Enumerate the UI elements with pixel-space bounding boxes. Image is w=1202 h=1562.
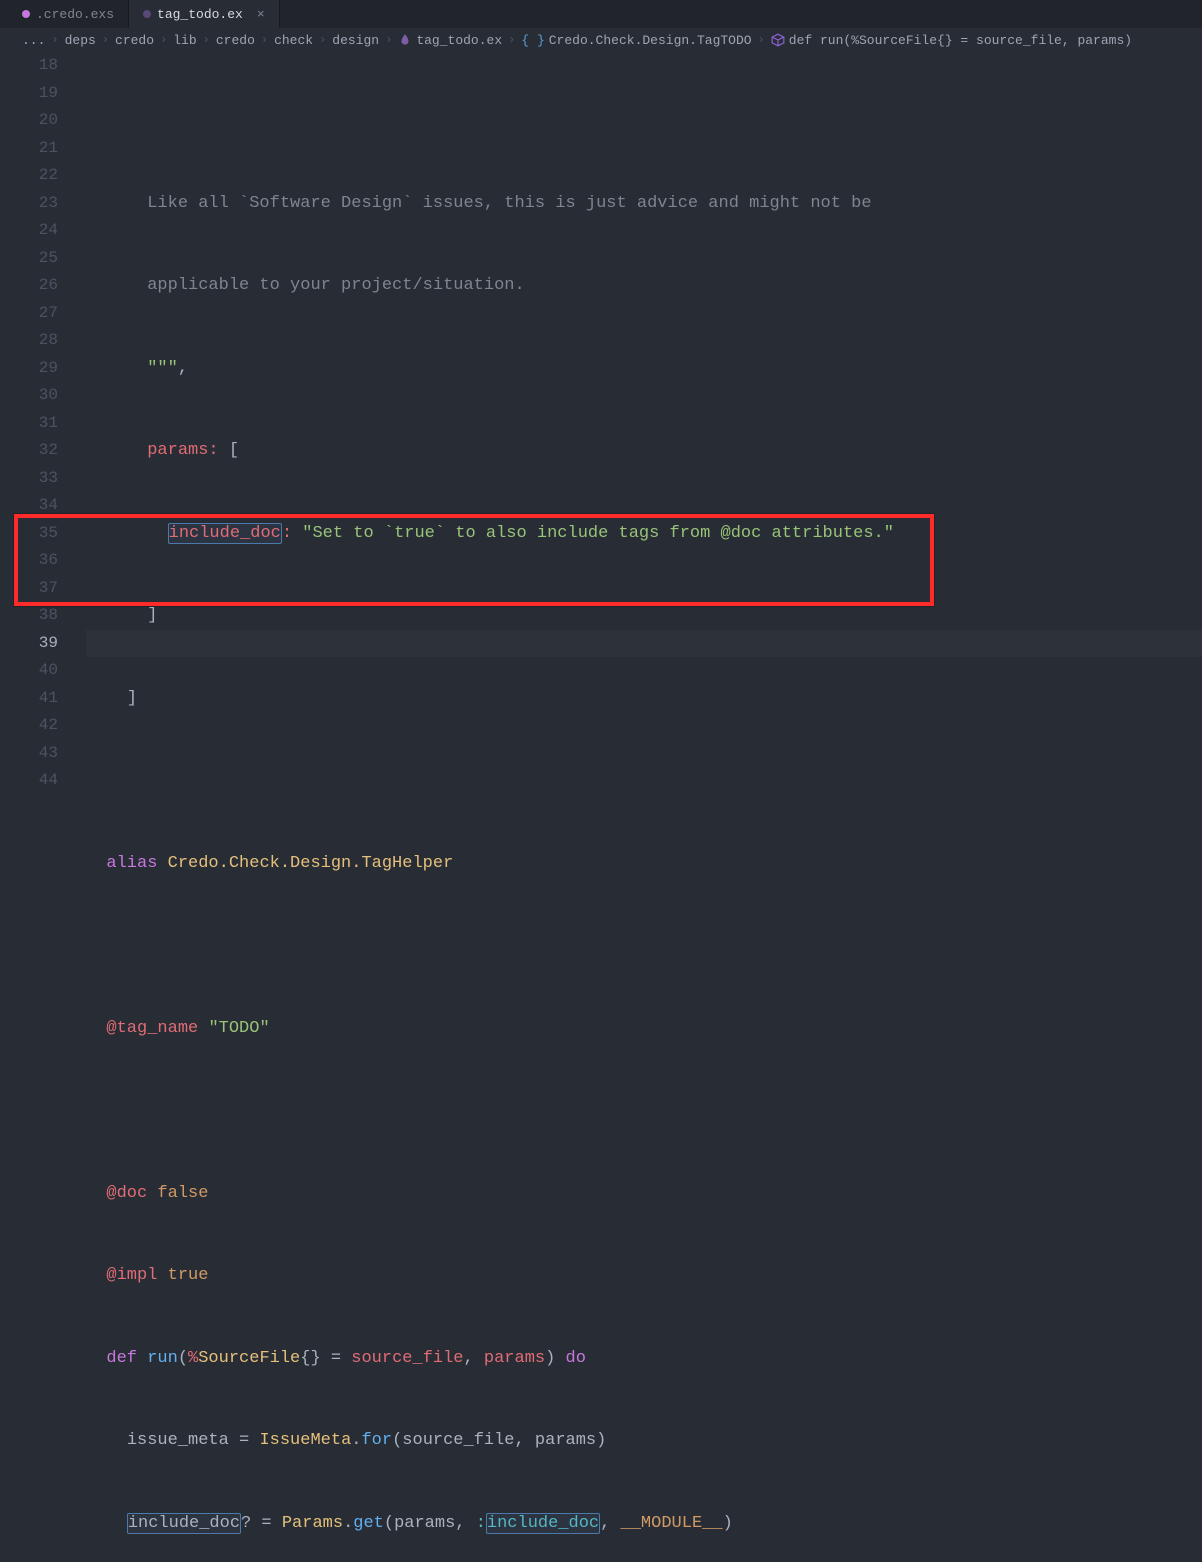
line-number: 26	[0, 272, 58, 300]
code-line	[86, 1097, 1202, 1125]
crumb-deps[interactable]: deps	[65, 33, 96, 48]
line-number: 27	[0, 300, 58, 328]
tab-label: tag_todo.ex	[157, 7, 243, 22]
crumb-file-label: tag_todo.ex	[416, 33, 502, 48]
breadcrumb: ... › deps › credo › lib › credo › check…	[0, 28, 1202, 52]
crumb-check[interactable]: check	[274, 33, 313, 48]
line-number: 42	[0, 712, 58, 740]
chevron-right-icon: ›	[51, 33, 58, 47]
code-line: issue_meta = IssueMeta.for(source_file, …	[86, 1427, 1202, 1455]
code-line: alias Credo.Check.Design.TagHelper	[86, 850, 1202, 878]
code-editor[interactable]: 1819202122232425262728293031323334353637…	[0, 52, 1202, 781]
close-icon[interactable]: ×	[257, 7, 265, 22]
chevron-right-icon: ›	[319, 33, 326, 47]
code-line: @tag_name "TODO"	[86, 1015, 1202, 1043]
code-line: include_doc: "Set to `true` to also incl…	[86, 520, 1202, 548]
current-line-highlight	[86, 630, 1202, 658]
crumb-module-label: Credo.Check.Design.TagTODO	[549, 33, 752, 48]
tab-credo-exs[interactable]: .credo.exs	[8, 0, 129, 28]
line-number: 37	[0, 575, 58, 603]
code-line: @impl true	[86, 1262, 1202, 1290]
line-number: 40	[0, 657, 58, 685]
code-line: def run(%SourceFile{} = source_file, par…	[86, 1345, 1202, 1373]
crumb-design[interactable]: design	[332, 33, 379, 48]
tab-label: .credo.exs	[36, 7, 114, 22]
line-number: 23	[0, 190, 58, 218]
line-number: 35	[0, 520, 58, 548]
chevron-right-icon: ›	[508, 33, 515, 47]
code-line: include_doc? = Params.get(params, :inclu…	[86, 1510, 1202, 1538]
line-number: 36	[0, 547, 58, 575]
chevron-right-icon: ›	[385, 33, 392, 47]
line-number: 19	[0, 80, 58, 108]
line-number: 31	[0, 410, 58, 438]
modified-dot-icon	[22, 10, 30, 18]
line-number: 41	[0, 685, 58, 713]
chevron-right-icon: ›	[261, 33, 268, 47]
crumb-lib[interactable]: lib	[173, 33, 196, 48]
code-line: params: [	[86, 437, 1202, 465]
chevron-right-icon: ›	[160, 33, 167, 47]
tab-tag-todo[interactable]: tag_todo.ex ×	[129, 0, 280, 28]
line-number: 34	[0, 492, 58, 520]
code-line: applicable to your project/situation.	[86, 272, 1202, 300]
line-number: 33	[0, 465, 58, 493]
crumb-ellipsis[interactable]: ...	[22, 33, 45, 48]
line-number: 25	[0, 245, 58, 273]
line-number: 38	[0, 602, 58, 630]
crumb-credo[interactable]: credo	[115, 33, 154, 48]
crumb-symbol[interactable]: def run(%SourceFile{} = source_file, par…	[771, 33, 1132, 48]
line-number: 28	[0, 327, 58, 355]
braces-icon: { }	[521, 33, 544, 48]
crumb-symbol-label: def run(%SourceFile{} = source_file, par…	[789, 33, 1132, 48]
line-number-gutter: 1819202122232425262728293031323334353637…	[0, 52, 86, 781]
code-line: """,	[86, 355, 1202, 383]
code-line: ]	[86, 602, 1202, 630]
line-number: 39	[0, 630, 58, 658]
line-number: 43	[0, 740, 58, 768]
elixir-file-icon	[398, 33, 412, 47]
line-number: 20	[0, 107, 58, 135]
crumb-file[interactable]: tag_todo.ex	[398, 33, 502, 48]
chevron-right-icon: ›	[758, 33, 765, 47]
code-area[interactable]: Like all `Software Design` issues, this …	[86, 52, 1202, 781]
elixir-file-icon	[143, 10, 151, 18]
code-line: @doc false	[86, 1180, 1202, 1208]
code-line: ]	[86, 685, 1202, 713]
chevron-right-icon: ›	[203, 33, 210, 47]
code-line	[86, 932, 1202, 960]
chevron-right-icon: ›	[102, 33, 109, 47]
crumb-credo2[interactable]: credo	[216, 33, 255, 48]
line-number: 22	[0, 162, 58, 190]
code-line: Like all `Software Design` issues, this …	[86, 190, 1202, 218]
line-number: 30	[0, 382, 58, 410]
line-number: 21	[0, 135, 58, 163]
crumb-module[interactable]: { } Credo.Check.Design.TagTODO	[521, 33, 751, 48]
line-number: 24	[0, 217, 58, 245]
line-number: 29	[0, 355, 58, 383]
cube-icon	[771, 33, 785, 47]
line-number: 18	[0, 52, 58, 80]
editor-tabs: .credo.exs tag_todo.ex ×	[0, 0, 1202, 28]
line-number: 32	[0, 437, 58, 465]
